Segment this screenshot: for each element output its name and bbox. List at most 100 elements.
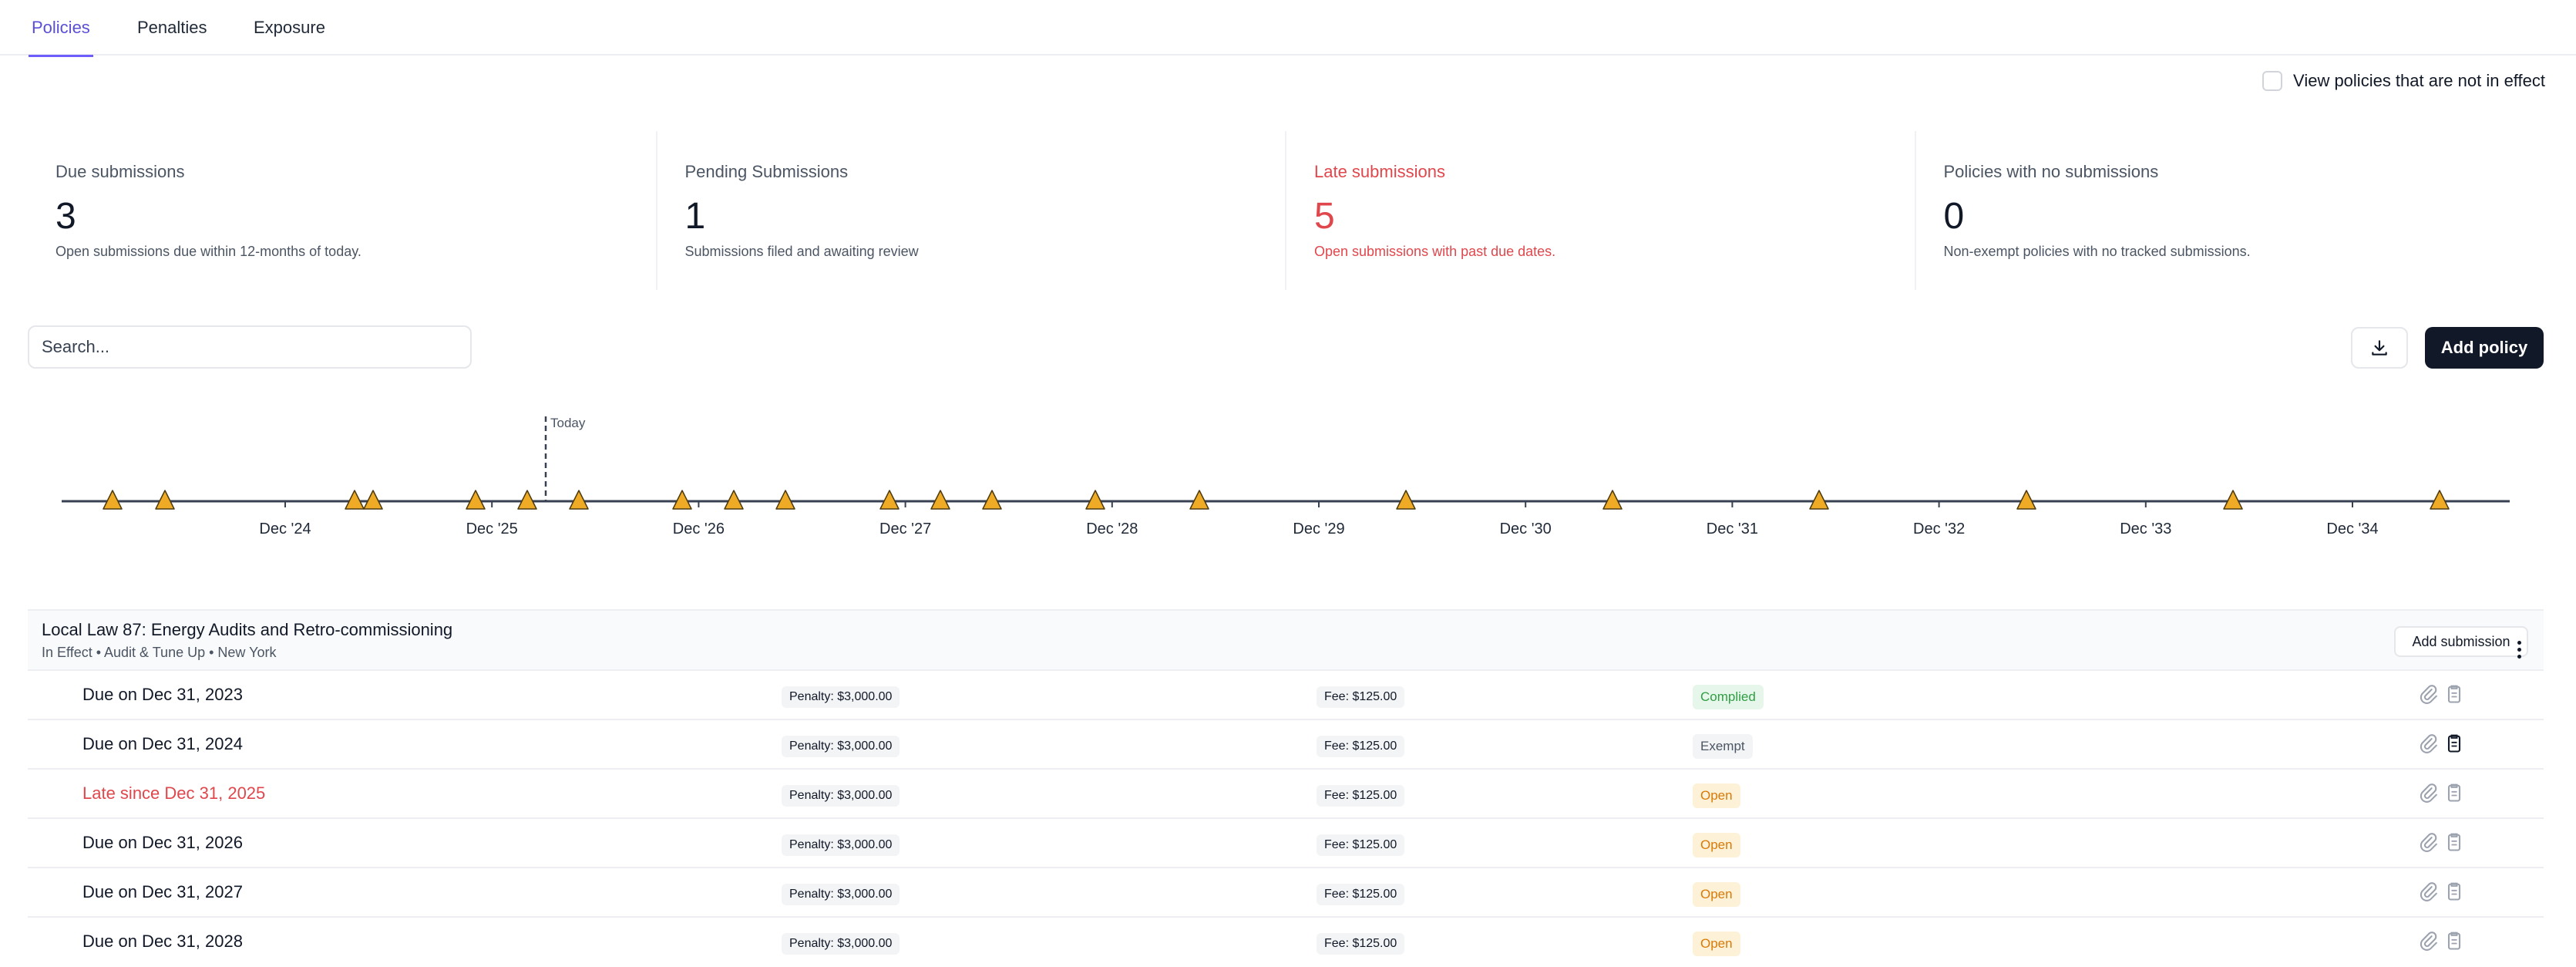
due-date: Due on Dec 31, 2028 <box>82 932 243 951</box>
timeline-marker[interactable] <box>672 490 692 510</box>
stat-description: Open submissions with past due dates. <box>1314 244 1556 259</box>
policy-meta: In Effect • Audit & Tune Up • New York <box>42 645 277 660</box>
attachment-icon[interactable] <box>2417 881 2439 902</box>
status-badge: Open <box>1693 833 1740 857</box>
timeline-marker[interactable] <box>345 490 365 510</box>
download-button[interactable] <box>2351 327 2408 369</box>
stats-panel: Due submissions 3 Open submissions due w… <box>28 131 2544 290</box>
timeline-marker[interactable] <box>982 490 1002 510</box>
timeline-tick-label: Dec '26 <box>673 521 725 537</box>
stat-value: 0 <box>1943 196 1965 237</box>
tab-policies[interactable]: Policies <box>29 0 93 57</box>
submission-row[interactable]: Late since Dec 31, 2025 Penalty: $3,000.… <box>28 770 2544 819</box>
timeline-marker[interactable] <box>1396 490 1416 510</box>
timeline-marker[interactable] <box>1189 490 1209 510</box>
due-date: Due on Dec 31, 2023 <box>82 685 243 704</box>
stat-value: 1 <box>684 196 706 237</box>
attachment-icon[interactable] <box>2417 930 2439 952</box>
stat-title: Pending Submissions <box>684 162 849 181</box>
timeline-tick-label: Dec '34 <box>2326 521 2378 537</box>
submission-row[interactable]: Due on Dec 31, 2027 Penalty: $3,000.00 F… <box>28 868 2544 918</box>
add-policy-button[interactable]: Add policy <box>2425 327 2544 369</box>
timeline-marker[interactable] <box>1085 490 1105 510</box>
document-icon[interactable] <box>2443 881 2465 902</box>
tab-exposure[interactable]: Exposure <box>254 0 325 56</box>
timeline-marker[interactable] <box>2223 490 2243 510</box>
document-icon[interactable] <box>2443 782 2465 804</box>
attachment-icon[interactable] <box>2417 782 2439 804</box>
timeline-marker[interactable] <box>1809 490 1829 510</box>
status-badge: Open <box>1693 783 1740 808</box>
timeline-tick-label: Dec '28 <box>1086 521 1138 537</box>
penalty-badge: Penalty: $3,000.00 <box>782 785 900 807</box>
timeline-marker[interactable] <box>775 490 795 510</box>
penalty-badge: Penalty: $3,000.00 <box>782 736 900 757</box>
status-badge: Complied <box>1693 685 1764 709</box>
stat-due-submissions: Due submissions 3 Open submissions due w… <box>28 131 657 290</box>
due-date: Due on Dec 31, 2026 <box>82 833 243 852</box>
tab-penalties[interactable]: Penalties <box>137 0 207 56</box>
tab-bar: Policies Penalties Exposure <box>0 0 2576 57</box>
download-icon <box>2372 340 2387 355</box>
timeline: Today Dec '24 Dec '25 Dec '26 Dec '27 Dec '2… <box>62 416 2510 537</box>
submission-row[interactable]: Due on Dec 31, 2026 Penalty: $3,000.00 F… <box>28 819 2544 868</box>
due-date: Late since Dec 31, 2025 <box>82 783 266 803</box>
fee-badge: Fee: $125.00 <box>1317 686 1405 708</box>
policy-title: Local Law 87: Energy Audits and Retro-co… <box>42 620 453 639</box>
stat-no-submissions: Policies with no submissions 0 Non-exemp… <box>1916 131 2544 290</box>
penalty-badge: Penalty: $3,000.00 <box>782 834 900 856</box>
submission-row[interactable]: Due on Dec 31, 2024 Penalty: $3,000.00 F… <box>28 720 2544 770</box>
not-in-effect-toggle[interactable]: View policies that are not in effect <box>2262 71 2545 91</box>
timeline-tick-label: Dec '25 <box>466 521 518 537</box>
document-icon[interactable] <box>2443 733 2465 754</box>
stat-title: Policies with no submissions <box>1943 162 2159 181</box>
due-date: Due on Dec 31, 2027 <box>82 882 243 901</box>
timeline-marker[interactable] <box>879 490 900 510</box>
stat-description: Open submissions due within 12-months of… <box>55 244 362 259</box>
timeline-tick-label: Dec '24 <box>259 521 311 537</box>
stat-value: 5 <box>1314 196 1335 237</box>
timeline-marker[interactable] <box>1602 490 1623 510</box>
stat-title: Due submissions <box>55 162 185 181</box>
submission-row[interactable]: Due on Dec 31, 2028 Penalty: $3,000.00 F… <box>28 918 2544 967</box>
stat-value: 3 <box>55 196 76 237</box>
timeline-tick-label: Dec '27 <box>879 521 931 537</box>
penalty-badge: Penalty: $3,000.00 <box>782 686 900 708</box>
document-icon[interactable] <box>2443 683 2465 705</box>
more-options-icon[interactable] <box>2510 634 2528 665</box>
timeline-marker[interactable] <box>930 490 950 510</box>
timeline-marker[interactable] <box>466 490 486 510</box>
attachment-icon[interactable] <box>2417 733 2439 754</box>
attachment-icon[interactable] <box>2417 831 2439 853</box>
timeline-marker[interactable] <box>2016 490 2036 510</box>
document-icon[interactable] <box>2443 930 2465 952</box>
timeline-marker[interactable] <box>2430 490 2450 510</box>
stat-description: Submissions filed and awaiting review <box>684 244 919 259</box>
not-in-effect-checkbox[interactable] <box>2262 71 2283 91</box>
add-submission-button[interactable]: Add submission <box>2394 626 2528 657</box>
timeline-marker[interactable] <box>569 490 589 510</box>
search-input[interactable] <box>28 325 472 369</box>
stat-pending-submissions: Pending Submissions 1 Submissions filed … <box>657 131 1286 290</box>
fee-badge: Fee: $125.00 <box>1317 736 1405 757</box>
status-badge: Open <box>1693 932 1740 956</box>
fee-badge: Fee: $125.00 <box>1317 933 1405 955</box>
document-icon[interactable] <box>2443 831 2465 853</box>
stat-late-submissions: Late submissions 5 Open submissions with… <box>1286 131 1916 290</box>
attachment-icon[interactable] <box>2417 683 2439 705</box>
due-date: Due on Dec 31, 2024 <box>82 734 243 753</box>
penalty-badge: Penalty: $3,000.00 <box>782 884 900 905</box>
policy-header: Local Law 87: Energy Audits and Retro-co… <box>28 609 2544 671</box>
timeline-marker[interactable] <box>363 490 383 510</box>
timeline-marker[interactable] <box>155 490 175 510</box>
timeline-tick-label: Dec '29 <box>1293 521 1344 537</box>
fee-badge: Fee: $125.00 <box>1317 884 1405 905</box>
stat-title: Late submissions <box>1314 162 1445 181</box>
timeline-marker[interactable] <box>517 490 537 510</box>
timeline-marker[interactable] <box>724 490 744 510</box>
fee-badge: Fee: $125.00 <box>1317 834 1405 856</box>
timeline-marker[interactable] <box>103 490 123 510</box>
submission-row[interactable]: Due on Dec 31, 2023 Penalty: $3,000.00 F… <box>28 671 2544 720</box>
timeline-tick-label: Dec '30 <box>1500 521 1552 537</box>
penalty-badge: Penalty: $3,000.00 <box>782 933 900 955</box>
